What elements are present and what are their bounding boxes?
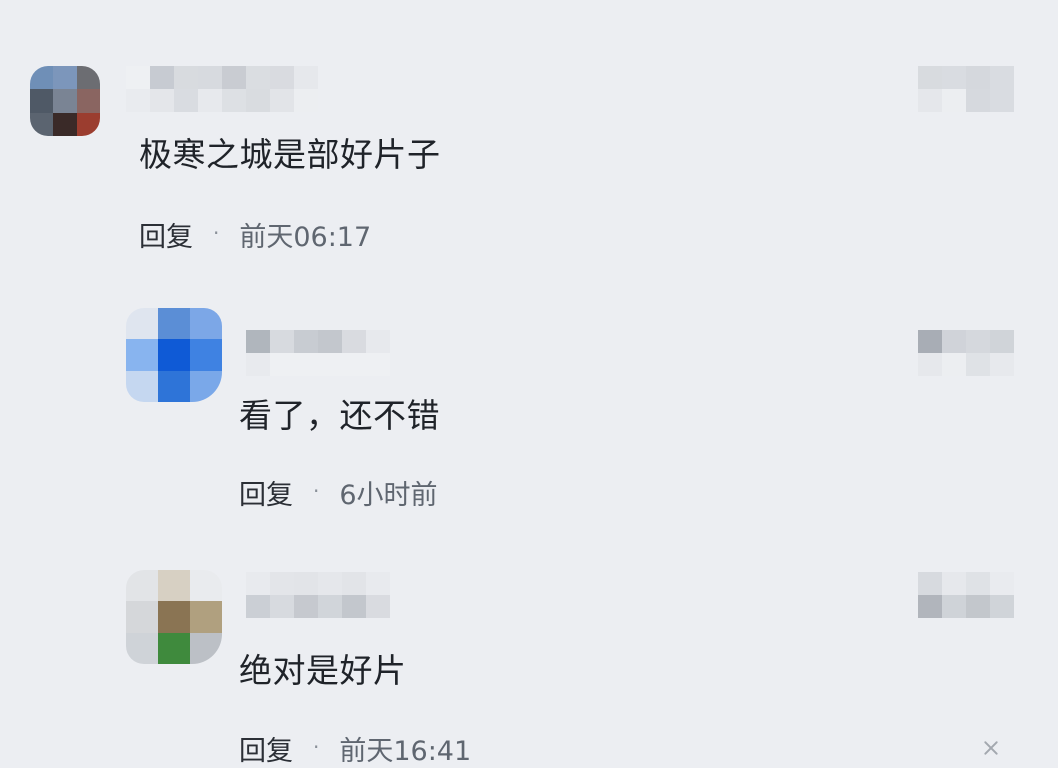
timestamp: 前天06:17 xyxy=(239,221,372,253)
comment-text: 看了，还不错 xyxy=(239,396,440,435)
username[interactable] xyxy=(126,66,318,112)
like-area[interactable] xyxy=(918,330,1014,376)
like-area[interactable] xyxy=(918,66,1014,112)
avatar[interactable] xyxy=(30,66,100,136)
meta-separator: · xyxy=(213,221,220,245)
comment-text: 极寒之城是部好片子 xyxy=(139,135,441,174)
avatar[interactable] xyxy=(126,570,222,664)
comment-meta: 回复 · 前天16:41 xyxy=(239,732,471,767)
timestamp: 前天16:41 xyxy=(339,735,472,767)
meta-separator: · xyxy=(313,735,320,759)
username[interactable] xyxy=(246,572,390,618)
avatar[interactable] xyxy=(126,308,222,402)
comment-meta: 回复 · 6小时前 xyxy=(239,476,438,511)
reply-button[interactable]: 回复 xyxy=(239,473,293,512)
comment-meta: 回复 · 前天06:17 xyxy=(139,218,371,253)
reply-button[interactable]: 回复 xyxy=(239,729,293,768)
like-area[interactable] xyxy=(918,572,1014,618)
reply-button[interactable]: 回复 xyxy=(139,215,193,254)
meta-separator: · xyxy=(313,479,320,503)
comment-text: 绝对是好片 xyxy=(239,651,407,690)
close-icon[interactable] xyxy=(982,739,1000,757)
username[interactable] xyxy=(246,330,390,376)
timestamp: 6小时前 xyxy=(339,479,438,511)
